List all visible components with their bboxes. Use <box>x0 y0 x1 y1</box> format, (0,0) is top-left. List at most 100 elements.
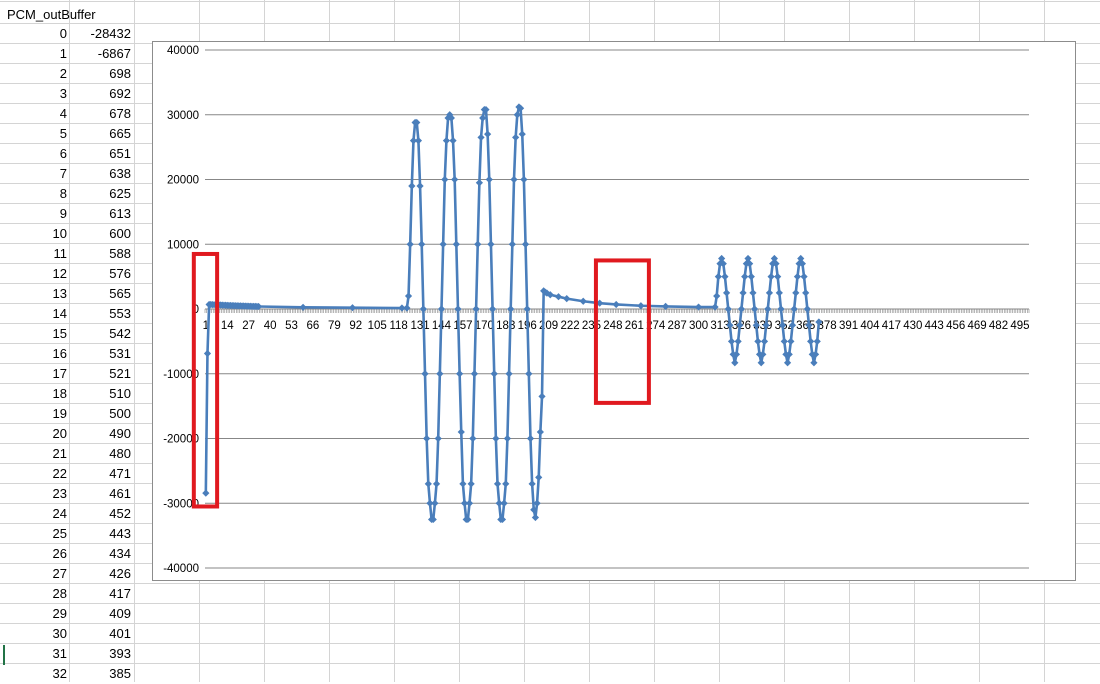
row-index-cell[interactable]: 5 <box>0 124 67 144</box>
row-index-cell[interactable]: 31 <box>0 644 67 664</box>
y-tick-label: 30000 <box>167 110 199 122</box>
row-index-cell[interactable]: 21 <box>0 444 67 464</box>
data-point-marker <box>474 240 482 248</box>
line-chart[interactable]: 40000 30000 20000 10000 0 -10000 -20000 -30000-… <box>152 41 1076 581</box>
row-index-cell[interactable]: 19 <box>0 404 67 424</box>
row-index-cell[interactable]: 8 <box>0 184 67 204</box>
row-index-cell[interactable]: 27 <box>0 564 67 584</box>
x-tick-label: 183 <box>496 320 515 332</box>
data-point-marker <box>404 292 413 300</box>
row-index-cell[interactable]: 30 <box>0 624 67 644</box>
data-point-marker <box>528 480 536 488</box>
row-index-cell[interactable]: 0 <box>0 24 67 44</box>
pcm-value-cell[interactable]: 638 <box>70 164 131 184</box>
pcm-value-cell[interactable]: 588 <box>70 244 131 264</box>
pcm-value-cell[interactable]: 565 <box>70 284 131 304</box>
data-point-marker <box>485 175 493 184</box>
pcm-value-cell[interactable]: 510 <box>70 384 131 404</box>
data-point-marker <box>637 302 645 310</box>
pcm-value-cell[interactable]: 426 <box>70 564 131 584</box>
pcm-value-cell[interactable]: 651 <box>70 144 131 164</box>
pcm-value-cell[interactable]: 417 <box>70 584 131 604</box>
pcm-value-cell[interactable]: 471 <box>70 464 131 484</box>
x-tick-label: 27 <box>242 320 255 332</box>
data-point-marker <box>757 359 765 367</box>
data-point-marker <box>800 273 808 281</box>
x-tick-label: 131 <box>410 320 429 332</box>
row-index-cell[interactable]: 24 <box>0 504 67 524</box>
row-index-cell[interactable]: 18 <box>0 384 67 404</box>
pcm-value-cell[interactable]: 613 <box>70 204 131 224</box>
x-tick-label: 222 <box>560 320 579 332</box>
pcm-value-cell[interactable]: 600 <box>70 224 131 244</box>
data-point-marker <box>470 370 479 378</box>
pcm-value-cell[interactable]: 553 <box>70 304 131 324</box>
pcm-value-cell[interactable]: 385 <box>70 664 131 684</box>
row-index-cell[interactable]: 9 <box>0 204 67 224</box>
data-point-marker <box>727 337 736 345</box>
row-index-cell[interactable]: 3 <box>0 84 67 104</box>
pcm-value-cell[interactable]: 692 <box>70 84 131 104</box>
pcm-value-cell[interactable]: 576 <box>70 264 131 284</box>
row-index-cell[interactable]: 17 <box>0 364 67 384</box>
data-point-marker <box>202 489 210 497</box>
pcm-value-cell[interactable]: 490 <box>70 424 131 444</box>
row-index-cell[interactable]: 15 <box>0 324 67 344</box>
pcm-value-cell[interactable]: 521 <box>70 364 131 384</box>
pcm-value-cell[interactable]: 480 <box>70 444 131 464</box>
data-point-marker <box>456 370 464 378</box>
row-index-cell[interactable]: 6 <box>0 144 67 164</box>
row-index-cell[interactable]: 32 <box>0 664 67 684</box>
x-tick-label: 495 <box>1010 320 1029 332</box>
pcm-value-cell[interactable]: 434 <box>70 544 131 564</box>
row-index-cell[interactable]: 20 <box>0 424 67 444</box>
row-index-cell[interactable]: 10 <box>0 224 67 244</box>
x-tick-label: 456 <box>946 320 965 332</box>
x-tick-label: 443 <box>925 320 944 332</box>
row-index-cell[interactable]: 25 <box>0 524 67 544</box>
pcm-value-cell[interactable]: 678 <box>70 104 131 124</box>
row-index-cell[interactable]: 7 <box>0 164 67 184</box>
pcm-value-cell[interactable]: 542 <box>70 324 131 344</box>
data-point-marker <box>203 349 212 358</box>
pcm-value-cell[interactable]: 461 <box>70 484 131 504</box>
x-tick-label: 92 <box>349 320 362 332</box>
pcm-value-cell[interactable]: 393 <box>70 644 131 664</box>
row-index-cell[interactable]: 29 <box>0 604 67 624</box>
row-index-cell[interactable]: 12 <box>0 264 67 284</box>
column-header-cell[interactable]: PCM_outBuffer <box>7 5 96 25</box>
pcm-value-cell[interactable]: 665 <box>70 124 131 144</box>
pcm-value-cell[interactable]: 531 <box>70 344 131 364</box>
row-index-cell[interactable]: 14 <box>0 304 67 324</box>
data-point-marker <box>536 428 544 436</box>
data-point-marker <box>813 337 821 345</box>
pcm-value-cell[interactable]: 625 <box>70 184 131 204</box>
data-point-marker <box>469 434 477 443</box>
data-point-marker <box>477 133 485 142</box>
row-index-cell[interactable]: 4 <box>0 104 67 124</box>
data-point-marker <box>416 182 424 190</box>
row-index-cell[interactable]: 22 <box>0 464 67 484</box>
pcm-value-cell[interactable]: -28432 <box>70 24 131 44</box>
row-index-cell[interactable]: 13 <box>0 284 67 304</box>
row-index-cell[interactable]: 11 <box>0 244 68 264</box>
pcm-value-cell[interactable]: 452 <box>70 504 131 524</box>
pcm-value-cell[interactable]: 698 <box>70 64 131 84</box>
data-point-marker <box>449 137 457 145</box>
pcm-value-cell[interactable]: 500 <box>70 404 131 424</box>
data-point-marker <box>734 337 742 345</box>
x-axis-tick-marks <box>204 309 1030 313</box>
row-index-cell[interactable]: 28 <box>0 584 67 604</box>
row-index-cell[interactable]: 2 <box>0 64 67 84</box>
x-tick-label: 118 <box>389 320 407 332</box>
data-point-marker <box>774 273 782 281</box>
row-index-cell[interactable]: 1 <box>0 44 67 64</box>
row-index-cell[interactable]: 16 <box>0 344 67 364</box>
row-index-cell[interactable]: 23 <box>0 484 67 504</box>
row-index-cell[interactable]: 26 <box>0 544 67 564</box>
pcm-value-cell[interactable]: 443 <box>70 524 131 544</box>
data-point-marker <box>526 434 535 443</box>
pcm-value-cell[interactable]: 401 <box>70 624 131 644</box>
pcm-value-cell[interactable]: -6867 <box>70 44 131 64</box>
pcm-value-cell[interactable]: 409 <box>70 604 131 624</box>
